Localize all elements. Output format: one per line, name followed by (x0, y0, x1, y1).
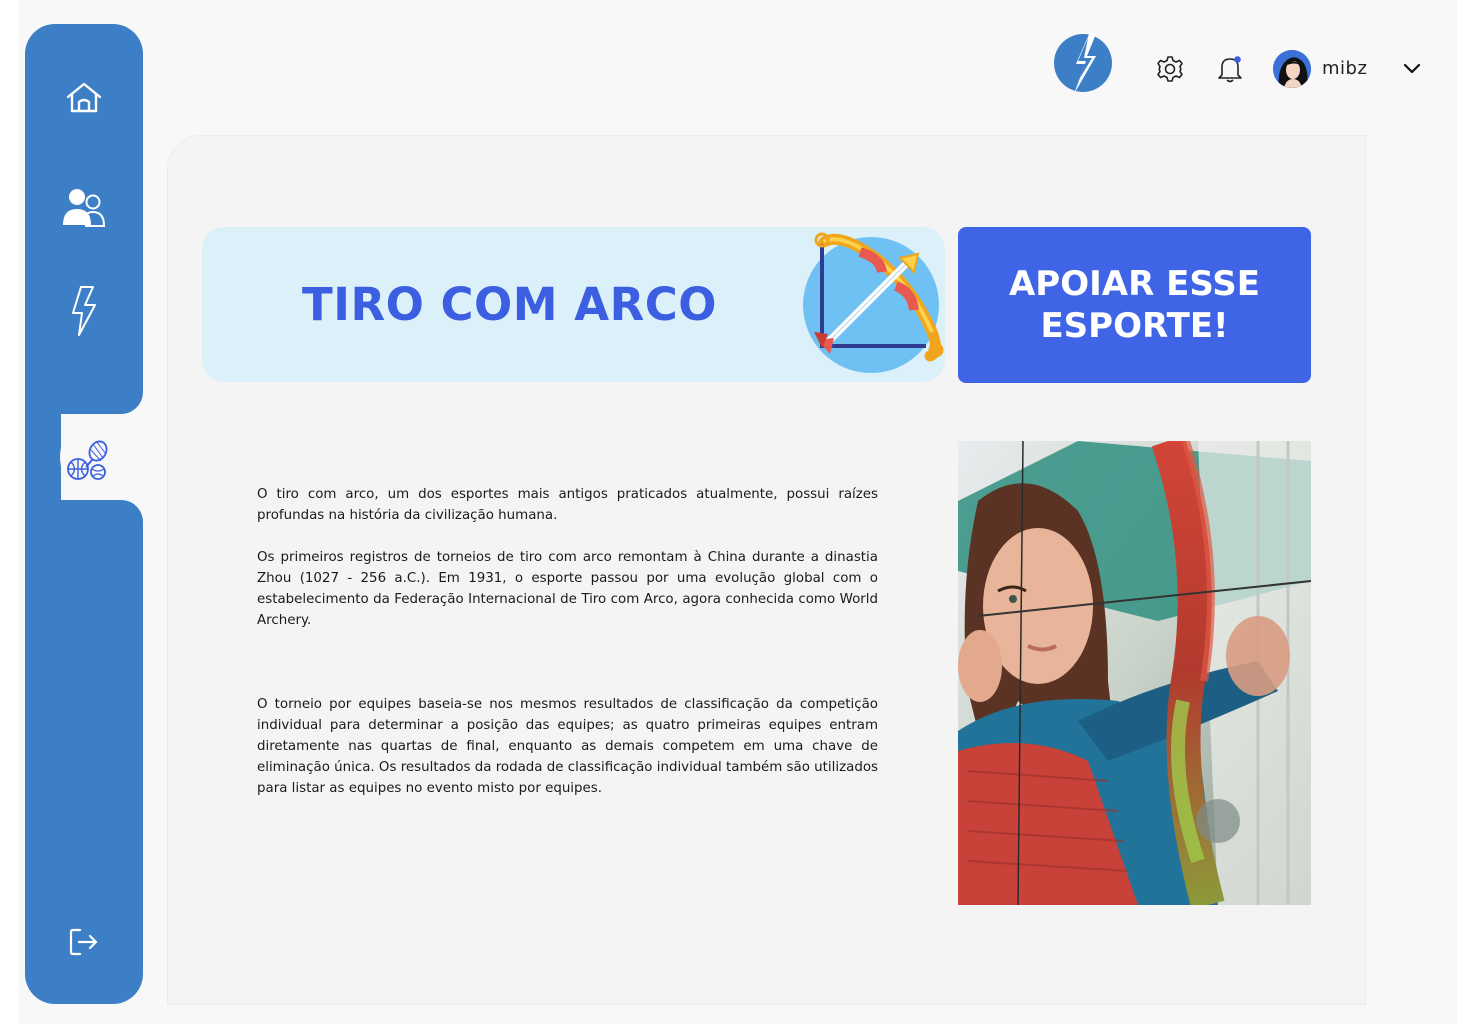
sidebar-item-energy[interactable] (54, 281, 114, 341)
home-icon (66, 82, 102, 113)
notifications-button[interactable] (1214, 53, 1246, 85)
bell-icon (1218, 56, 1242, 83)
sidebar-item-users[interactable] (54, 177, 114, 237)
user-menu-toggle[interactable] (1398, 56, 1426, 82)
archer-photo (958, 441, 1311, 905)
settings-button[interactable] (1154, 53, 1186, 85)
sidebar-item-sports[interactable] (58, 431, 118, 491)
users-icon (63, 189, 106, 227)
bow-and-arrow-icon (800, 228, 948, 378)
logout-icon (69, 928, 98, 956)
support-sport-button[interactable]: APOIAR ESSE ESPORTE! (958, 227, 1311, 383)
lightning-logo-icon (1054, 32, 1112, 94)
paragraph-history: O tiro com arco, um dos esportes mais an… (257, 487, 878, 523)
gear-icon (1157, 56, 1183, 82)
sidebar-joint (25, 400, 61, 514)
username: mibz (1322, 58, 1368, 79)
sports-balls-icon (67, 440, 108, 480)
avatar[interactable] (1273, 50, 1311, 88)
brand-logo[interactable] (1052, 30, 1114, 96)
sidebar-item-home[interactable] (54, 68, 114, 128)
user-avatar-icon (1273, 50, 1311, 88)
paragraph-team-tournament: O torneio por equipes baseia-se nos mesm… (257, 697, 878, 796)
lightning-icon (72, 286, 96, 336)
paragraph-origins: Os primeiros registros de torneios de ti… (257, 550, 878, 628)
article-body: O tiro com arco, um dos esportes mais an… (257, 484, 878, 799)
sidebar-item-logout[interactable] (54, 912, 114, 972)
page-title: TIRO COM ARCO (302, 278, 717, 331)
chevron-down-icon (1403, 63, 1421, 74)
